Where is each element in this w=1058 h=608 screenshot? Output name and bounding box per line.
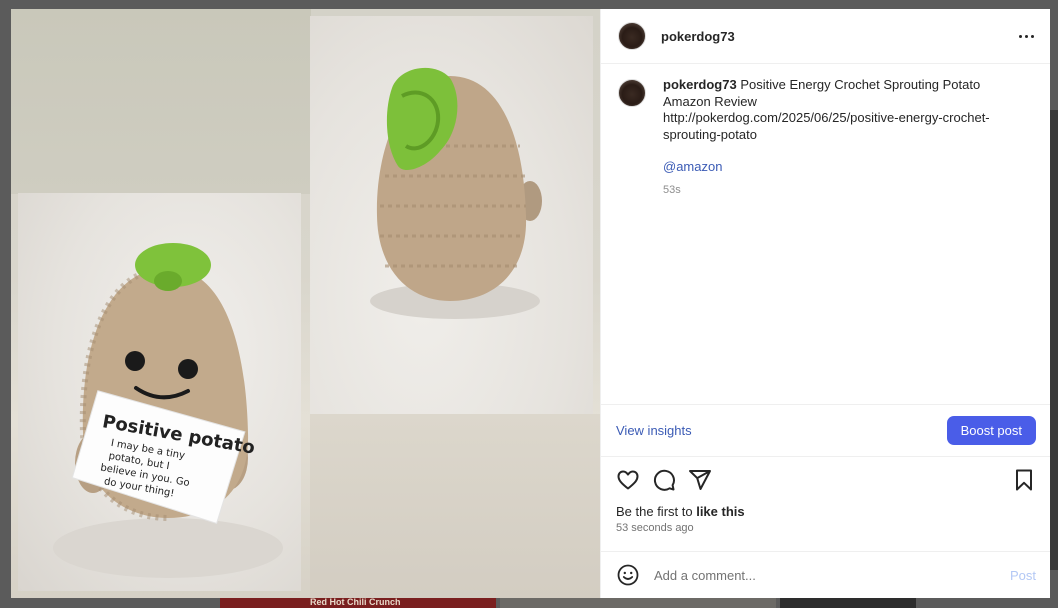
post-actions: Be the first to like this 53 seconds ago	[601, 457, 1050, 552]
post-modal: Positive potato I may be a tiny potato, …	[11, 9, 1050, 598]
caption-line: Amazon Review	[663, 93, 757, 109]
more-options-button[interactable]	[1016, 27, 1036, 45]
share-icon	[689, 470, 711, 490]
comment-icon	[653, 469, 675, 491]
heart-icon	[617, 470, 639, 490]
avatar[interactable]	[618, 79, 646, 107]
action-icons	[616, 467, 1036, 493]
bookmark-icon	[1016, 469, 1032, 491]
boost-post-button[interactable]: Boost post	[946, 416, 1036, 445]
post-comment-button[interactable]: Post	[1010, 568, 1036, 583]
background-card-text: Red Hot Chili Crunch	[310, 597, 401, 607]
avatar[interactable]	[618, 22, 646, 50]
post-media[interactable]: Positive potato I may be a tiny potato, …	[11, 9, 600, 598]
like-button[interactable]	[616, 468, 640, 492]
caption-author[interactable]: pokerdog73	[663, 77, 737, 92]
photo-potato-front: Positive potato I may be a tiny potato, …	[18, 193, 301, 591]
likes-summary: Be the first to like this	[616, 504, 1036, 519]
emoji-button[interactable]	[616, 563, 640, 587]
mention-link[interactable]: @amazon	[663, 159, 1003, 176]
username[interactable]: pokerdog73	[661, 29, 735, 44]
more-icon	[1024, 34, 1028, 38]
like-this-link[interactable]: like this	[696, 504, 744, 519]
post-details-panel: pokerdog73 pokerdog73 Positive Energy Cr…	[600, 9, 1050, 598]
comment-button[interactable]	[652, 468, 676, 492]
potato-back-illustration	[370, 67, 542, 319]
background-page-edge	[1050, 110, 1058, 570]
caption-timestamp[interactable]: 53s	[663, 182, 1003, 199]
caption-line: Positive Energy Crochet Sprouting Potato	[740, 77, 981, 92]
caption-link[interactable]: http://pokerdog.com/2025/06/25/positive-…	[663, 110, 1003, 127]
insights-row: View insights Boost post	[601, 404, 1050, 457]
posted-time[interactable]: 53 seconds ago	[616, 522, 1036, 534]
caption: pokerdog73 Positive Energy Crochet Sprou…	[618, 77, 1034, 198]
caption-area: pokerdog73 Positive Energy Crochet Sprou…	[601, 64, 1050, 404]
background-card	[780, 598, 916, 608]
likes-prefix: Be the first to	[616, 504, 697, 519]
more-icon	[1018, 34, 1022, 38]
caption-text: pokerdog73 Positive Energy Crochet Sprou…	[663, 77, 1003, 198]
more-icon	[1030, 34, 1034, 38]
potato-front-illustration: Positive potato I may be a tiny potato, …	[53, 243, 283, 578]
photo-potato-back	[310, 16, 593, 414]
media-background	[11, 9, 311, 194]
share-button[interactable]	[688, 468, 712, 492]
comment-composer: Post	[601, 552, 1050, 598]
background-card	[500, 598, 776, 608]
background-card: Red Hot Chili Crunch	[220, 597, 496, 608]
post-header: pokerdog73	[601, 9, 1050, 64]
caption-link[interactable]: sprouting-potato	[663, 127, 1003, 144]
save-button[interactable]	[1012, 468, 1036, 492]
emoji-icon	[617, 564, 639, 586]
caption-line-1: pokerdog73 Positive Energy Crochet Sprou…	[663, 77, 1003, 94]
comment-input[interactable]	[652, 566, 1010, 584]
view-insights-link[interactable]: View insights	[616, 423, 692, 438]
media-background	[310, 414, 600, 598]
